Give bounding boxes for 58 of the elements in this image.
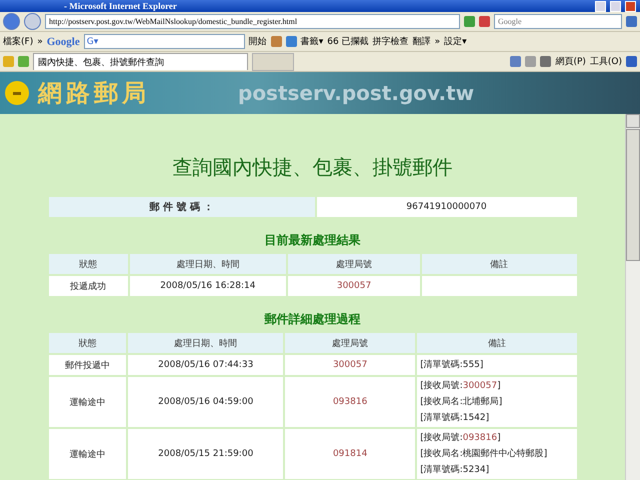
site-domain: postserv.post.gov.tw <box>238 81 474 105</box>
status-cell: 運輸途中 <box>48 428 128 480</box>
office-link[interactable]: 300057 <box>462 381 498 391</box>
search-field[interactable]: Google <box>494 14 622 29</box>
office-link[interactable]: 091814 <box>332 449 368 459</box>
bookmarks-button[interactable]: 書籤▾ <box>300 35 324 48</box>
datetime-cell: 2008/05/16 07:44:33 <box>127 354 284 376</box>
google-search-field[interactable]: G▾ <box>84 34 245 49</box>
column-header: 處理局號 <box>287 253 421 275</box>
remark-text: ] <box>497 433 501 443</box>
section-title: 郵件詳細處理過程 <box>264 311 360 328</box>
column-header: 處理日期、時間 <box>128 253 288 275</box>
office-link[interactable]: 300057 <box>336 281 372 291</box>
datetime-cell: 2008/05/16 16:28:14 <box>128 275 288 297</box>
column-header: 狀態 <box>48 253 129 275</box>
file-menu[interactable]: 檔案(F) <box>3 35 34 48</box>
scrollbar[interactable] <box>625 114 640 480</box>
more-button[interactable]: » <box>434 36 440 46</box>
office-link[interactable]: 093816 <box>332 397 368 407</box>
popup-blocked-button[interactable]: 66 已攔截 <box>327 35 369 48</box>
tracking-label: 郵 件 號 碼 ： <box>48 196 316 218</box>
office-link[interactable]: 300057 <box>332 360 368 370</box>
translate-button[interactable]: 翻譯 <box>412 35 431 48</box>
spellcheck-button[interactable]: 拼字檢查 <box>372 35 409 48</box>
remark-text: [接收局號: <box>420 433 463 443</box>
section-title: 目前最新處理結果 <box>264 232 360 249</box>
site-logo-text: 網路郵局 <box>38 77 150 109</box>
datetime-cell: 2008/05/15 21:59:00 <box>127 428 284 480</box>
remark-text: [接收局名:北埔郵局] <box>420 397 502 407</box>
column-header: 處理日期、時間 <box>127 332 284 354</box>
remark-text: ] <box>497 381 501 391</box>
more-button[interactable]: » <box>37 36 43 46</box>
remark-text: [接收局名:桃園郵件中心特郵股] <box>420 449 548 459</box>
page-menu[interactable]: 網頁(P) <box>555 55 586 68</box>
datetime-cell: 2008/05/16 04:59:00 <box>127 376 284 428</box>
status-cell: 投遞成功 <box>48 275 129 297</box>
tools-menu[interactable]: 工具(O) <box>590 55 622 68</box>
address-field[interactable]: http://postserv.post.gov.tw/WebMailNslookup/domestic_bundle_register.html <box>45 14 460 29</box>
browser-tab[interactable]: 國內快捷、包裹、掛號郵件查詢 <box>33 53 248 70</box>
column-header: 狀態 <box>48 332 128 354</box>
column-header: 備註 <box>416 332 578 354</box>
settings-button[interactable]: 設定▾ <box>444 35 467 48</box>
status-cell: 郵件投遞中 <box>48 354 128 376</box>
start-button[interactable]: 開始 <box>248 35 267 48</box>
column-header: 備註 <box>420 253 578 275</box>
tracking-number: 96741910000070 <box>316 196 578 218</box>
column-header: 處理局號 <box>284 332 416 354</box>
office-link[interactable]: 093816 <box>462 433 498 443</box>
page-title: 查詢國內快捷、包裹、掛號郵件 <box>172 154 452 181</box>
status-cell: 運輸途中 <box>48 376 128 428</box>
remark-text: [清單號碼:5234] <box>420 465 490 475</box>
coin-logo-icon <box>4 80 30 106</box>
google-logo: Google <box>46 36 80 48</box>
remark-text: [清單號碼:555] <box>420 360 484 370</box>
remark-text: [接收局號: <box>420 381 463 391</box>
remark-text: [清單號碼:1542] <box>420 413 490 423</box>
window-title: - Microsoft Internet Explorer <box>64 1 178 11</box>
new-tab-button[interactable] <box>252 52 294 70</box>
